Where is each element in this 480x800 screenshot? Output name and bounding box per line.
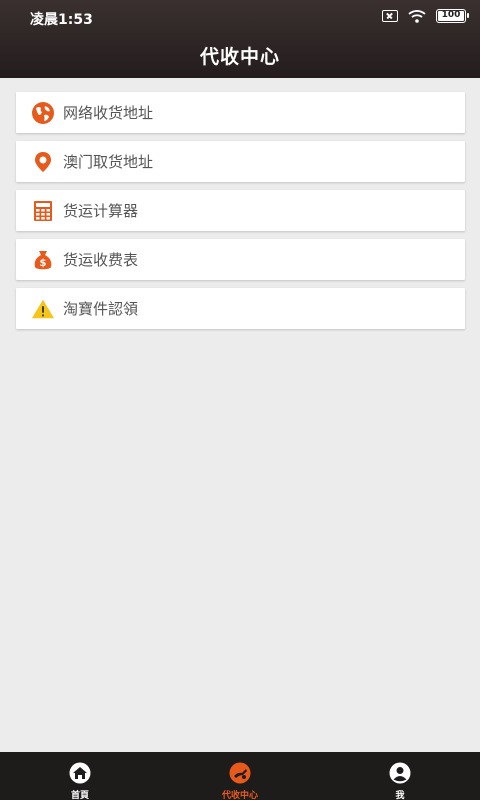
menu-item-label: 网络收货地址 bbox=[63, 104, 154, 122]
menu-list: 网络收货地址 澳门取货地址 货运计算器 $ 货运收费表 淘寶件認領 bbox=[16, 92, 465, 337]
home-icon bbox=[69, 762, 91, 784]
tab-home[interactable]: 首頁 bbox=[0, 752, 160, 800]
menu-item-label: 澳门取货地址 bbox=[63, 153, 154, 171]
tab-label: 首頁 bbox=[70, 791, 89, 800]
status-bar: 凌晨1:53 100 bbox=[0, 0, 480, 34]
menu-item-label: 货运收费表 bbox=[63, 251, 139, 269]
collection-center-icon bbox=[229, 762, 251, 784]
menu-item-label: 淘寶件認領 bbox=[63, 300, 139, 318]
page-title: 代收中心 bbox=[199, 46, 280, 68]
money-bag-icon: $ bbox=[31, 248, 55, 272]
bottom-tab-bar: 首頁 代收中心 我 bbox=[0, 752, 480, 800]
battery-level: 100 bbox=[438, 11, 464, 21]
calculator-icon bbox=[31, 199, 55, 223]
tab-label: 我 bbox=[395, 791, 405, 800]
battery-icon: 100 bbox=[436, 9, 469, 23]
no-sim-icon bbox=[382, 10, 398, 22]
status-time: 凌晨1:53 bbox=[30, 12, 93, 28]
menu-item-macau-pickup[interactable]: 澳门取货地址 bbox=[16, 141, 465, 182]
location-pin-icon bbox=[31, 150, 55, 174]
tab-collection-center[interactable]: 代收中心 bbox=[160, 752, 320, 800]
globe-icon bbox=[31, 101, 55, 125]
tab-me[interactable]: 我 bbox=[320, 752, 480, 800]
wifi-icon bbox=[408, 10, 426, 23]
warning-icon bbox=[31, 297, 55, 321]
app-header: 凌晨1:53 100 代收中心 bbox=[0, 0, 480, 78]
menu-item-label: 货运计算器 bbox=[63, 202, 139, 220]
tab-label: 代收中心 bbox=[221, 791, 258, 800]
menu-item-online-address[interactable]: 网络收货地址 bbox=[16, 92, 465, 133]
user-icon bbox=[389, 762, 411, 784]
menu-item-taobao-claim[interactable]: 淘寶件認領 bbox=[16, 288, 465, 329]
menu-item-shipping-calculator[interactable]: 货运计算器 bbox=[16, 190, 465, 231]
svg-text:$: $ bbox=[40, 258, 47, 269]
menu-item-shipping-rates[interactable]: $ 货运收费表 bbox=[16, 239, 465, 280]
status-icons: 100 bbox=[382, 9, 469, 23]
